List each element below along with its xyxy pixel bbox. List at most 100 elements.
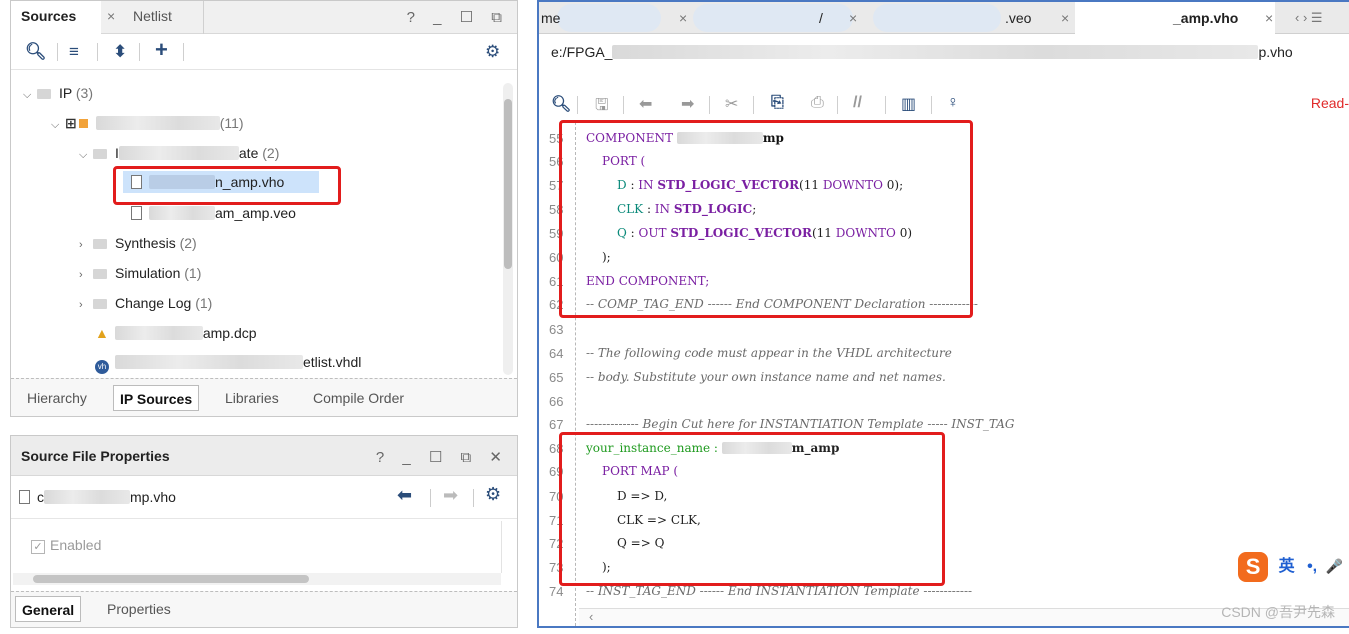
tab-hierarchy[interactable]: Hierarchy: [21, 385, 93, 411]
chevron-down-icon[interactable]: ⌵: [79, 144, 93, 166]
tab-properties[interactable]: Properties: [101, 596, 177, 622]
redacted-name: [149, 206, 215, 220]
tab-compile-order[interactable]: Compile Order: [307, 385, 410, 411]
tree-item-synthesis[interactable]: › Synthesis (2): [79, 232, 197, 254]
props-titlebar: Source File Properties ? _ ☐ ⧉ ✕: [11, 436, 517, 476]
props-vscroll[interactable]: [501, 521, 515, 573]
tree-item-simulation[interactable]: › Simulation (1): [79, 262, 201, 284]
tree-label-suffix: ate: [238, 145, 259, 161]
sources-bottom-tabs: Hierarchy IP Sources Libraries Compile O…: [11, 378, 517, 416]
source-file-properties-panel: Source File Properties ? _ ☐ ⧉ ✕ c mp.vho…: [10, 435, 518, 628]
props-file-row: c mp.vho: [19, 486, 176, 508]
sources-toolbar: 🔍︎ ≡ ⬍ + ⚙: [11, 34, 517, 70]
window-controls[interactable]: ? _ ☐ ⧉: [407, 1, 509, 34]
microphone-icon[interactable]: 🎤: [1326, 558, 1343, 574]
scrollbar-thumb[interactable]: [504, 99, 512, 269]
tree-scrollbar[interactable]: [503, 83, 513, 375]
enabled-checkbox[interactable]: ✓ Enabled: [31, 537, 101, 554]
file-name-suffix: mp.vho: [130, 489, 176, 505]
redacted-tab-region: [693, 4, 853, 32]
tab-ip-sources[interactable]: IP Sources: [113, 385, 200, 411]
redacted-name: [114, 326, 203, 340]
sources-tabbar: Sources × Netlist ? _ ☐ ⧉: [11, 1, 517, 34]
folder-icon: [93, 239, 107, 249]
save-icon[interactable]: 🖫︎: [595, 94, 609, 121]
tree-item-dcp[interactable]: ▲ amp.dcp: [95, 322, 257, 344]
search-icon[interactable]: 🔍︎: [551, 94, 571, 114]
search-icon[interactable]: 🔍︎: [25, 42, 47, 62]
redacted-tab-region: [873, 4, 1001, 32]
editor-tab-2[interactable]: /: [819, 2, 823, 34]
chevron-right-icon[interactable]: ›: [79, 294, 93, 316]
gear-icon[interactable]: ⚙: [485, 42, 500, 62]
tab-libraries[interactable]: Libraries: [219, 385, 285, 411]
tree-item-netlist[interactable]: vh etlist.vhdl: [95, 351, 362, 374]
back-arrow-icon[interactable]: ⬅: [397, 485, 412, 506]
undo-icon[interactable]: ⬅: [639, 94, 652, 114]
tree-label: etlist.vhdl: [303, 354, 362, 370]
close-icon[interactable]: ×: [107, 1, 121, 34]
tree-item-ip-core[interactable]: ⌵ ⊞ (11): [51, 112, 244, 134]
column-select-icon[interactable]: ▥: [901, 94, 916, 114]
tab-sources[interactable]: Sources: [11, 1, 101, 34]
tab-general[interactable]: General: [15, 596, 82, 622]
checkpoint-icon: ▲: [95, 325, 109, 341]
tree-count: (1): [184, 265, 202, 281]
ime-toolbar[interactable]: S 英 •, 🎤: [1238, 552, 1343, 588]
chevron-right-icon[interactable]: ›: [79, 264, 93, 286]
close-icon[interactable]: ×: [1061, 2, 1069, 34]
tree-count: (3): [75, 85, 93, 101]
cut-icon[interactable]: ✂: [725, 94, 738, 114]
tree-label: am_amp.veo: [215, 205, 296, 221]
tree-item-ip[interactable]: ⌵ IP (3): [23, 82, 93, 104]
tab-netlist[interactable]: Netlist: [133, 1, 203, 34]
folder-icon: [93, 269, 107, 279]
close-icon[interactable]: ×: [1265, 2, 1273, 34]
file-name-prefix: c: [37, 489, 44, 505]
tree-label: amp.dcp: [202, 325, 257, 341]
path-suffix: p.vho: [1258, 44, 1293, 60]
scroll-left-icon[interactable]: ‹: [589, 609, 593, 624]
line-number: 66: [549, 394, 564, 409]
checkmark-icon: ✓: [31, 540, 45, 554]
close-icon[interactable]: ×: [679, 2, 687, 34]
chevron-down-icon[interactable]: ⌵: [51, 114, 65, 136]
forward-arrow-icon[interactable]: ➡: [443, 485, 458, 506]
editor-tab-3[interactable]: .veo: [1005, 2, 1031, 34]
comment-icon[interactable]: //: [853, 94, 862, 112]
lightbulb-icon[interactable]: ♀: [947, 94, 959, 112]
tree-item-instantiation-template[interactable]: ⌵ Iate (2): [79, 142, 279, 164]
tree-item-change-log[interactable]: › Change Log (1): [79, 292, 212, 314]
file-icon: [19, 490, 30, 504]
tree-label: Synthesis: [115, 235, 176, 251]
line-number: 65: [549, 370, 564, 385]
copy-icon[interactable]: ⎘: [771, 94, 784, 112]
ime-punct-toggle[interactable]: •,: [1307, 558, 1317, 575]
tab-nav-icons[interactable]: ‹ › ☰: [1295, 2, 1323, 34]
file-icon: [131, 206, 142, 220]
collapse-all-icon[interactable]: ≡: [69, 42, 79, 62]
code-editor-panel: me × / × .veo × _amp.vho × ‹ › ☰ e:/FPGA…: [537, 0, 1349, 628]
chevron-down-icon[interactable]: ⌵: [23, 84, 37, 106]
watermark: CSDN @吾尹先森: [1221, 604, 1335, 620]
line-number: 64: [549, 346, 564, 361]
expand-all-icon[interactable]: ⬍: [113, 42, 127, 62]
gear-icon[interactable]: ⚙: [485, 484, 501, 505]
redo-icon[interactable]: ➡: [681, 94, 694, 114]
add-icon[interactable]: +: [155, 37, 168, 63]
path-prefix: e:/FPGA_: [551, 44, 613, 60]
panel-title: Source File Properties: [21, 448, 170, 464]
redacted-name: [95, 116, 220, 130]
props-hscroll[interactable]: [13, 573, 501, 585]
paste-icon[interactable]: ⎙: [811, 94, 824, 112]
tree-item-veo-file[interactable]: am_amp.veo: [131, 202, 296, 224]
redacted-name: [118, 146, 239, 160]
chevron-right-icon[interactable]: ›: [79, 234, 93, 256]
read-only-label: Read-: [1310, 95, 1349, 111]
editor-tab-1[interactable]: me: [541, 2, 560, 34]
ime-lang-toggle[interactable]: 英: [1279, 558, 1295, 575]
window-controls[interactable]: ? _ ☐ ⧉ ✕: [376, 436, 509, 469]
scrollbar-thumb[interactable]: [33, 575, 309, 583]
editor-tab-active[interactable]: _amp.vho: [1075, 2, 1275, 34]
close-icon[interactable]: ×: [849, 2, 857, 34]
